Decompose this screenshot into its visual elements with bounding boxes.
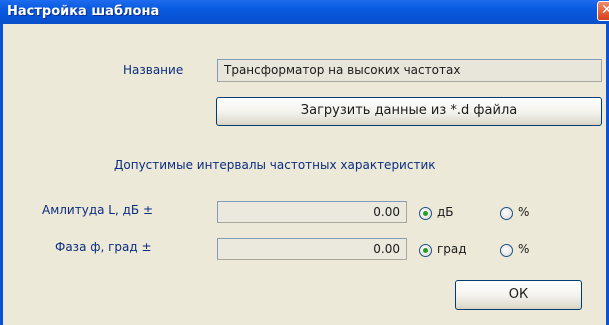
- name-label: Название: [123, 63, 184, 77]
- load-d-file-button[interactable]: Загрузить данные из *.d файла: [216, 97, 602, 126]
- amplitude-percent-radio[interactable]: [500, 207, 513, 220]
- amplitude-label: Амлитуда L, дБ ±: [42, 203, 153, 217]
- close-button[interactable]: ✕: [597, 1, 609, 21]
- phase-label: Фаза ф, град ±: [55, 240, 152, 254]
- phase-percent-label[interactable]: %: [518, 242, 529, 256]
- dialog-client-area: Название Трансформатор на высоких частот…: [3, 24, 606, 325]
- template-settings-dialog: Настройка шаблона ✕ Название Трансформат…: [0, 0, 609, 325]
- amplitude-field[interactable]: 0.00: [217, 201, 407, 223]
- phase-percent-radio[interactable]: [500, 244, 513, 257]
- close-icon: ✕: [601, 2, 609, 18]
- amplitude-db-label[interactable]: дБ: [437, 205, 454, 219]
- phase-deg-label[interactable]: град: [437, 242, 467, 256]
- phase-field[interactable]: 0.00: [217, 238, 407, 260]
- amplitude-percent-label[interactable]: %: [518, 205, 529, 219]
- intervals-heading: Допустимые интервалы частотных характери…: [114, 158, 436, 172]
- window-title: Настройка шаблона: [7, 4, 160, 19]
- phase-deg-radio[interactable]: [419, 244, 432, 257]
- title-bar[interactable]: Настройка шаблона ✕: [0, 0, 609, 24]
- amplitude-db-radio[interactable]: [419, 207, 432, 220]
- name-field[interactable]: Трансформатор на высоких частотах: [217, 59, 602, 82]
- ok-button[interactable]: ОК: [455, 280, 582, 310]
